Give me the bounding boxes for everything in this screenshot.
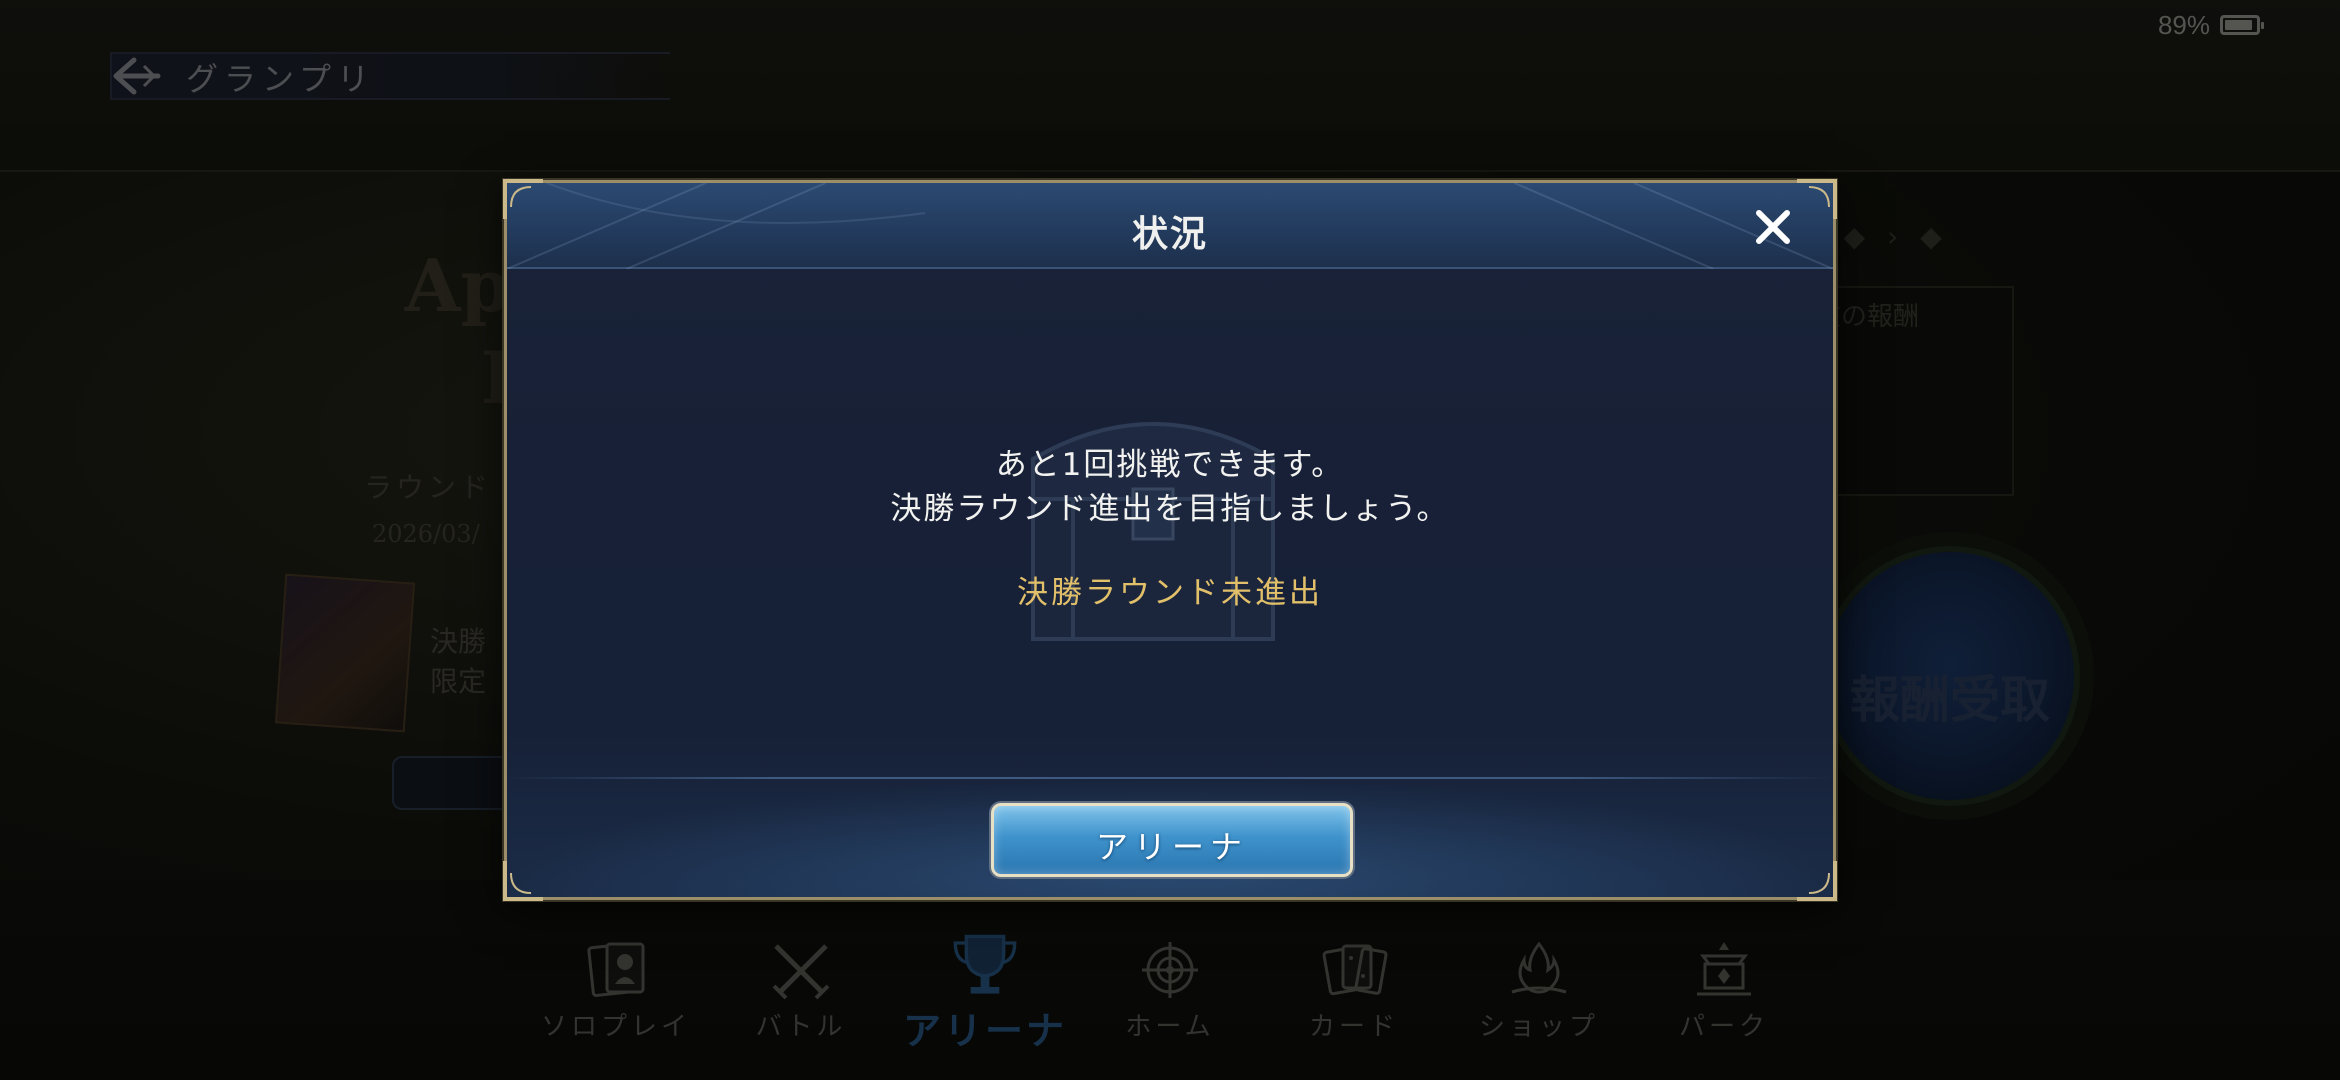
finals-status: 決勝ラウンド未進出 [1017, 575, 1323, 611]
dialog-header: 状況 [507, 183, 1833, 269]
dialog-message-line1: あと1回挑戦できます。 [995, 447, 1345, 483]
dialog-message-line2: 決勝ラウンド進出を目指しましょう。 [890, 491, 1450, 527]
corner-ornament [1797, 179, 1837, 219]
arena-button[interactable]: アリーナ [991, 803, 1353, 877]
status-dialog: 状況 あと1回挑戦できます。 決勝ラウンド進出を目指しましょう。 決勝ラウンド未… [503, 179, 1837, 901]
corner-ornament [503, 179, 543, 219]
dialog-title: 状況 [1131, 214, 1208, 255]
arena-button-label: アリーナ [1095, 828, 1248, 866]
